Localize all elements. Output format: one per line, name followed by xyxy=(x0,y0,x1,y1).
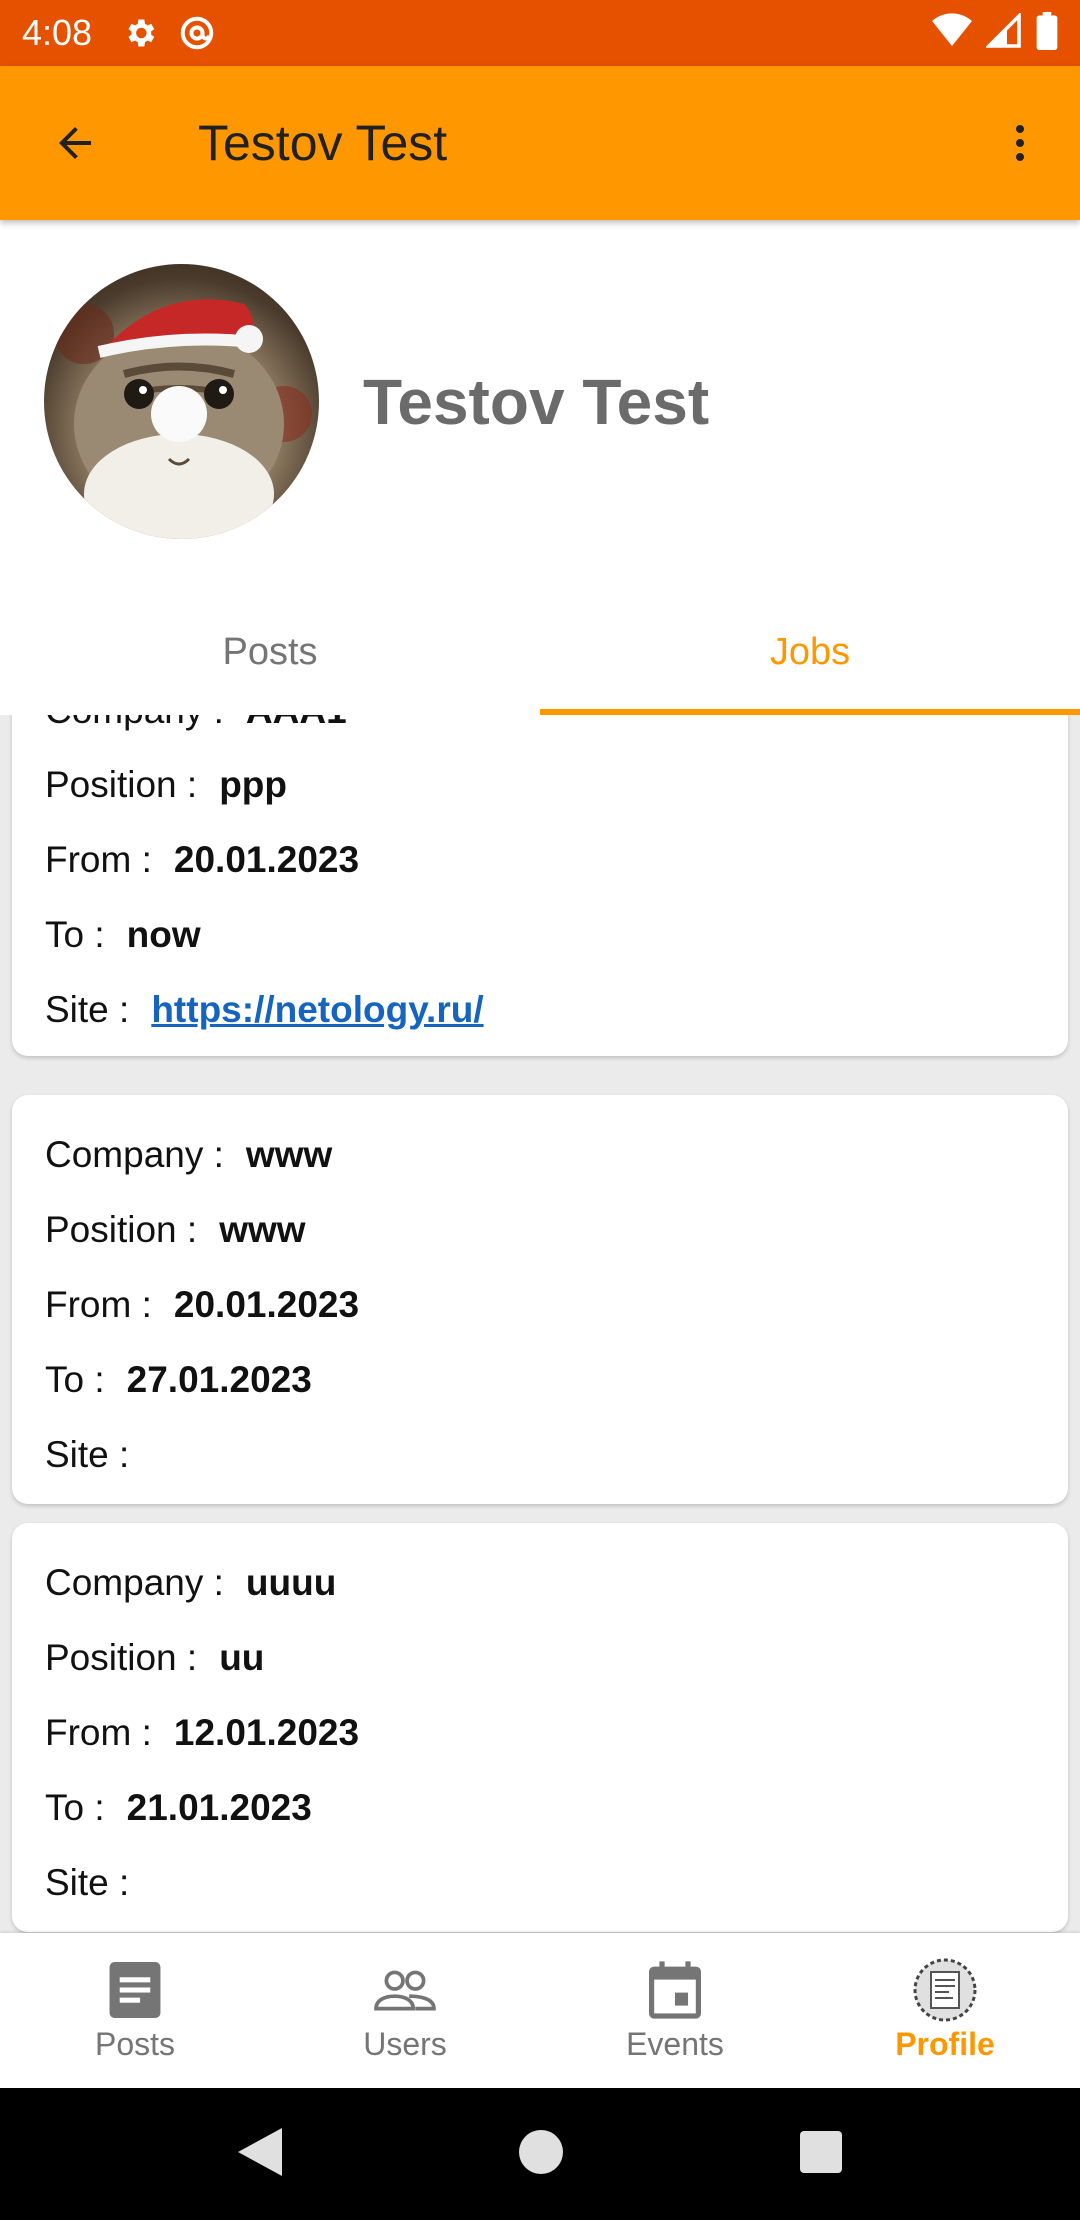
status-time: 4:08 xyxy=(22,12,93,53)
avatar xyxy=(44,264,319,539)
job-card: Company : www Position : www From : 20.0… xyxy=(12,1095,1068,1504)
toolbar-title: Testov Test xyxy=(198,115,448,171)
job-position-row: Position : www xyxy=(45,1192,1035,1267)
job-from-label: From : xyxy=(45,838,152,880)
job-from-value: 12.01.2023 xyxy=(173,1711,360,1753)
job-company-row: Company : www xyxy=(45,1117,1035,1192)
job-company-label: Company : xyxy=(45,1133,224,1175)
overflow-menu-button[interactable] xyxy=(960,66,1080,220)
job-position-label: Position : xyxy=(45,1636,198,1678)
settings-gear-icon xyxy=(122,15,158,51)
job-from-row: From : 20.01.2023 xyxy=(45,1267,1035,1342)
job-company-row: Company : uuuu xyxy=(45,1545,1035,1620)
calendar-icon xyxy=(649,1958,701,2022)
job-site-label: Site : xyxy=(45,1861,130,1903)
job-site-row: Site : https://netology.ru/ xyxy=(45,972,1035,1056)
system-recents-button[interactable] xyxy=(799,2130,842,2178)
job-to-label: To : xyxy=(45,1358,105,1400)
more-vert-icon xyxy=(1016,125,1024,161)
job-company-label: Company : xyxy=(45,715,224,732)
job-position-label: Position : xyxy=(45,763,198,805)
job-company-value: uuuu xyxy=(245,1561,337,1603)
signal-icon xyxy=(984,11,1022,54)
nav-item-profile[interactable]: Profile xyxy=(810,1933,1080,2088)
job-position-label: Position : xyxy=(45,1208,198,1250)
job-to-value: 27.01.2023 xyxy=(126,1358,312,1400)
nav-item-events[interactable]: Events xyxy=(540,1933,810,2088)
job-company-value: www xyxy=(245,1133,333,1175)
nav-item-posts[interactable]: Posts xyxy=(0,1933,270,2088)
nav-label-users: Users xyxy=(363,2026,447,2062)
square-recents-icon xyxy=(799,2130,842,2173)
job-card: Company : uuuu Position : uu From : 12.0… xyxy=(12,1523,1068,1932)
nav-label-profile: Profile xyxy=(895,2026,995,2062)
job-position-row: Position : uu xyxy=(45,1620,1035,1695)
system-navigation-bar xyxy=(0,2088,1080,2220)
profile-avatar-icon xyxy=(913,1958,977,2022)
job-position-value: ppp xyxy=(219,763,288,805)
job-to-label: To : xyxy=(45,913,105,955)
back-button[interactable] xyxy=(0,66,150,220)
at-sign-icon xyxy=(178,14,216,52)
job-to-row: To : 21.01.2023 xyxy=(45,1770,1035,1845)
tab-jobs[interactable]: Jobs xyxy=(540,590,1080,715)
nav-label-events: Events xyxy=(626,2026,724,2062)
tab-posts[interactable]: Posts xyxy=(0,590,540,715)
job-from-label: From : xyxy=(45,1283,152,1325)
job-to-row: To : 27.01.2023 xyxy=(45,1342,1035,1417)
people-icon xyxy=(374,1958,436,2022)
job-to-label: To : xyxy=(45,1786,105,1828)
job-position-row: Position : ppp xyxy=(45,747,1035,822)
bottom-navigation: Posts Users Events Profile xyxy=(0,1933,1080,2088)
job-site-label: Site : xyxy=(45,989,130,1030)
system-back-button[interactable] xyxy=(238,2127,283,2181)
job-from-value: 20.01.2023 xyxy=(173,838,360,880)
job-from-row: From : 20.01.2023 xyxy=(45,822,1035,897)
system-home-button[interactable] xyxy=(518,2129,563,2179)
job-from-value: 20.01.2023 xyxy=(173,1283,360,1325)
job-site-row: Site : xyxy=(45,1845,1035,1920)
wifi-icon xyxy=(932,12,972,54)
job-to-value: now xyxy=(126,913,201,955)
battery-icon xyxy=(1036,11,1058,55)
job-site-row: Site : xyxy=(45,1417,1035,1492)
job-company-value: AAA1 xyxy=(246,715,347,732)
job-company-label: Company : xyxy=(45,1561,224,1603)
job-position-value: www xyxy=(219,1208,306,1250)
triangle-back-icon xyxy=(238,2127,283,2176)
article-icon xyxy=(109,1958,161,2022)
job-site-link[interactable]: https://netology.ru/ xyxy=(151,989,483,1031)
arrow-back-icon xyxy=(59,127,91,159)
profile-tabs: Posts Jobs xyxy=(0,590,1080,715)
nav-item-users[interactable]: Users xyxy=(270,1933,540,2088)
job-position-value: uu xyxy=(219,1636,265,1678)
app-toolbar: Testov Test xyxy=(0,66,1080,220)
jobs-list[interactable]: Company : AAA1 Position : ppp From : 20.… xyxy=(0,715,1080,1933)
job-from-label: From : xyxy=(45,1711,152,1753)
status-bar: 4:08 xyxy=(0,0,1080,66)
job-to-row: To : now xyxy=(45,897,1035,972)
job-company-row: Company : AAA1 xyxy=(45,715,1035,747)
job-site-label: Site : xyxy=(45,1433,130,1475)
job-card: Company : AAA1 Position : ppp From : 20.… xyxy=(12,715,1068,1056)
job-from-row: From : 12.01.2023 xyxy=(45,1695,1035,1770)
job-to-value: 21.01.2023 xyxy=(126,1786,312,1828)
nav-label-posts: Posts xyxy=(94,2026,176,2062)
circle-home-icon xyxy=(518,2129,563,2174)
profile-name: Testov Test xyxy=(363,366,710,438)
